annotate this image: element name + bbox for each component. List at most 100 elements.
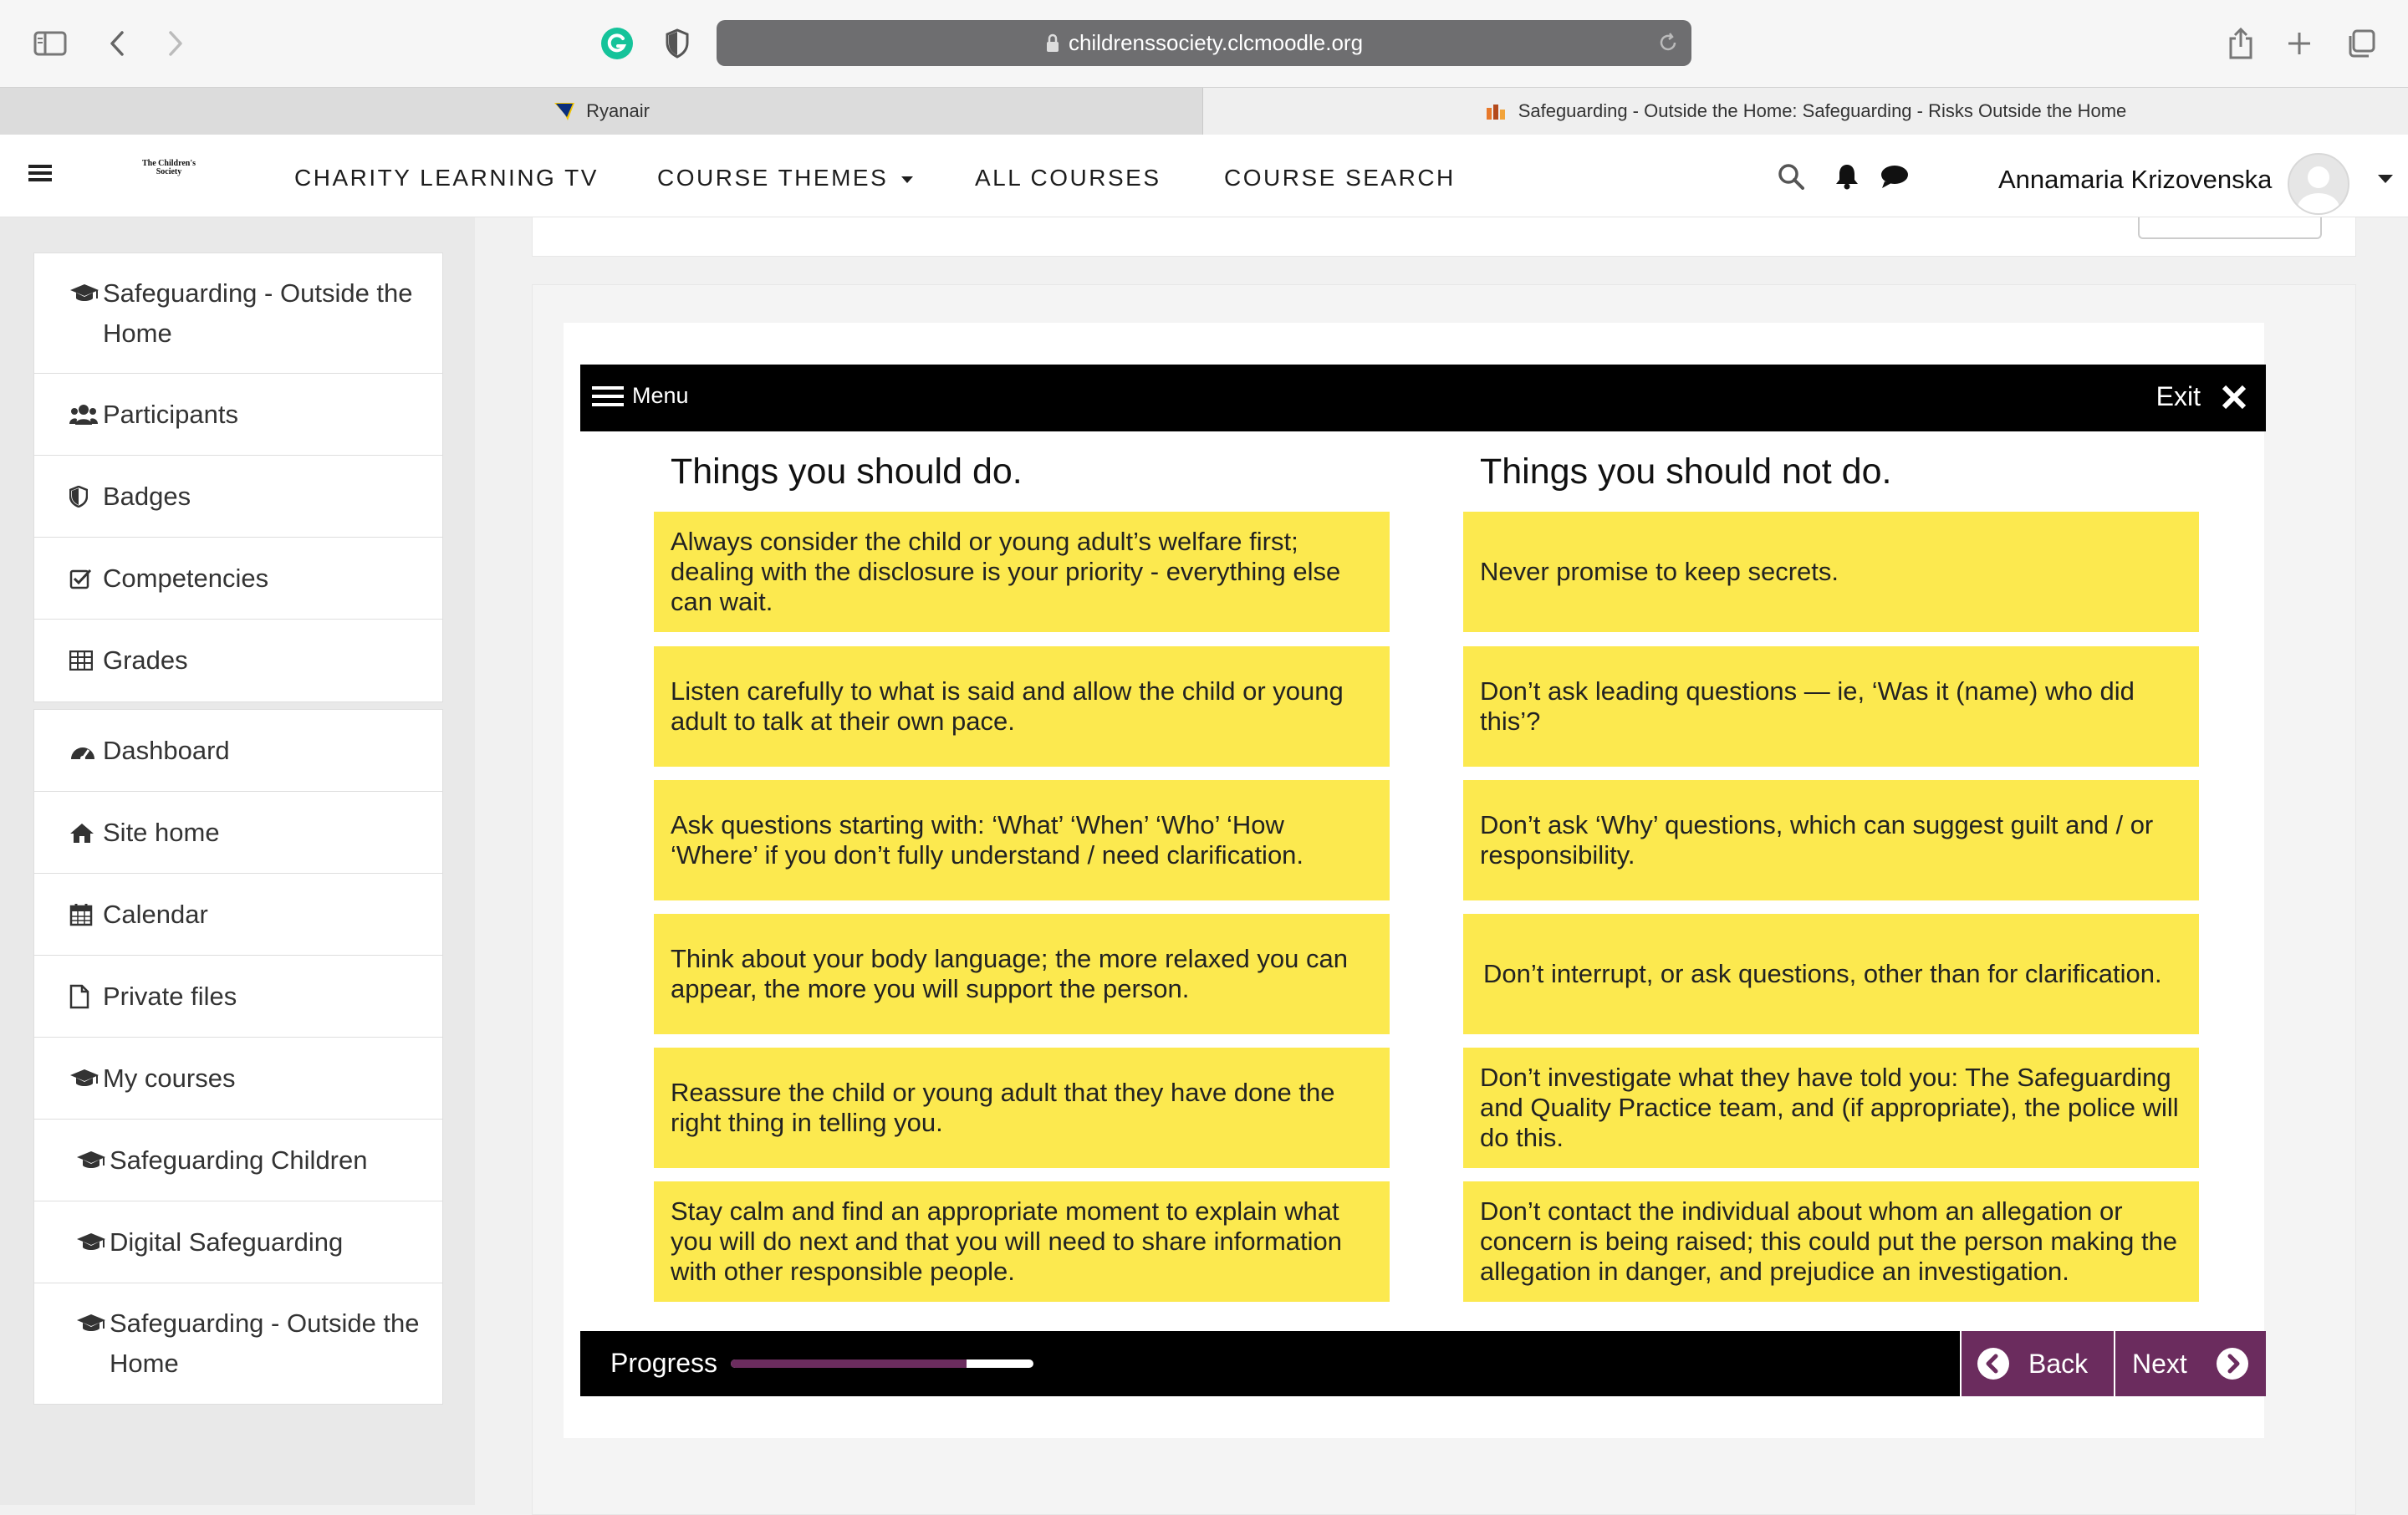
next-button[interactable]: Next <box>2115 1331 2266 1396</box>
drawer-toggle-icon[interactable] <box>28 163 52 187</box>
back-button[interactable]: Back <box>1962 1331 2114 1396</box>
calendar-icon <box>69 903 103 926</box>
check-square-icon <box>69 568 103 589</box>
reload-icon[interactable] <box>1656 31 1680 60</box>
tab-overview-icon[interactable] <box>2341 23 2381 64</box>
progress-fill <box>731 1359 967 1368</box>
sidebar-item-private-files[interactable]: Private files <box>34 956 442 1038</box>
home-icon <box>69 822 103 844</box>
browser-toolbar: childrenssociety.clcmoodle.org <box>0 0 2408 87</box>
progress-label: Progress <box>610 1348 718 1378</box>
do-card: Always consider the child or young adult… <box>654 512 1390 632</box>
sidebar-item-calendar[interactable]: Calendar <box>34 874 442 956</box>
sidebar-item-safeguarding-outside[interactable]: Safeguarding - Outside the Home <box>34 1283 442 1404</box>
chat-bubble-icon[interactable] <box>1880 163 1910 194</box>
dont-card-text: Don’t investigate what they have told yo… <box>1480 1063 2179 1152</box>
lock-icon <box>1045 33 1060 54</box>
menu-icon <box>592 385 624 406</box>
tab-ryanair[interactable]: Ryanair <box>0 88 1203 135</box>
do-card: Reassure the child or young adult that t… <box>654 1048 1390 1168</box>
nav-course-search[interactable]: COURSE SEARCH <box>1224 165 1456 191</box>
grammarly-icon[interactable] <box>597 23 637 64</box>
share-icon[interactable] <box>2221 23 2261 64</box>
dont-card-text: Don’t contact the individual about whom … <box>1480 1196 2178 1286</box>
privacy-shield-icon[interactable] <box>657 23 697 64</box>
sidebar-item-safeguarding-children[interactable]: Safeguarding Children <box>34 1120 442 1201</box>
sidebar-item-digital-safeguarding[interactable]: Digital Safeguarding <box>34 1201 442 1283</box>
chevron-right-circle-icon <box>2216 1348 2248 1380</box>
nav-course-themes-label: COURSE THEMES <box>657 165 889 191</box>
sidebar-item-site-home[interactable]: Site home <box>34 792 442 874</box>
dont-card: Never promise to keep secrets. <box>1463 512 2199 632</box>
graduation-cap-icon <box>76 1150 110 1171</box>
search-icon[interactable] <box>1778 163 1804 194</box>
nav-course-themes[interactable]: COURSE THEMES <box>657 165 914 191</box>
back-arrow-icon[interactable] <box>97 23 137 64</box>
sidebar-item-label: Dashboard <box>103 735 230 765</box>
site-navbar: The Children's Society CHARITY LEARNING … <box>0 135 2408 217</box>
dont-card: Don’t interrupt, or ask questions, other… <box>1463 914 2199 1034</box>
site-nav-block: Dashboard Site home Calendar Private fil… <box>33 709 443 1405</box>
sidebar-toggle-icon[interactable] <box>30 23 70 64</box>
site-logo[interactable]: The Children's Society <box>142 160 196 176</box>
sidebar-item-participants[interactable]: Participants <box>34 374 442 456</box>
users-icon <box>69 404 103 426</box>
menu-button[interactable]: Menu <box>592 383 689 409</box>
header-button[interactable] <box>2138 217 2322 239</box>
graduation-cap-icon <box>76 1232 110 1253</box>
shield-icon <box>69 485 103 508</box>
content-header-card <box>532 217 2356 257</box>
dont-card: Don’t ask ‘Why’ questions, which can sug… <box>1463 780 2199 900</box>
next-label: Next <box>2132 1348 2187 1379</box>
graduation-cap-icon <box>69 1068 103 1089</box>
player-bottom-bar: Progress <box>580 1331 1960 1396</box>
sidebar-item-label: Calendar <box>103 899 208 929</box>
do-card: Ask questions starting with: ‘What’ ‘Whe… <box>654 780 1390 900</box>
sidebar-item-my-courses[interactable]: My courses <box>34 1038 442 1120</box>
user-menu-chevron-icon[interactable] <box>2378 175 2393 183</box>
new-tab-icon[interactable] <box>2279 23 2319 64</box>
sidebar-item-badges[interactable]: Badges <box>34 456 442 538</box>
close-icon <box>2222 385 2247 409</box>
tab-label: Safeguarding - Outside the Home: Safegua… <box>1518 100 2127 121</box>
tab-safeguarding[interactable]: Safeguarding - Outside the Home: Safegua… <box>1203 88 2408 135</box>
player-top-bar: Menu Exit <box>580 365 2266 431</box>
forward-arrow-icon[interactable] <box>156 23 196 64</box>
graduation-cap-icon <box>76 1303 110 1334</box>
table-icon <box>69 650 103 671</box>
chevron-left-circle-icon <box>1977 1348 2009 1380</box>
back-label: Back <box>2028 1348 2089 1379</box>
do-card-text: Ask questions starting with: ‘What’ ‘Whe… <box>671 810 1304 870</box>
site-favicon-icon <box>1485 101 1508 121</box>
chevron-down-icon <box>901 176 914 183</box>
sidebar-item-dashboard[interactable]: Dashboard <box>34 710 442 792</box>
dont-heading: Things you should not do. <box>1480 451 1892 492</box>
do-card-text: Stay calm and find an appropriate moment… <box>671 1196 1343 1286</box>
sidebar-item-course[interactable]: Safeguarding - Outside the Home <box>34 253 442 374</box>
do-heading: Things you should do. <box>671 451 1023 492</box>
progress-track <box>731 1359 1033 1368</box>
dont-card: Don’t investigate what they have told yo… <box>1463 1048 2199 1168</box>
file-icon <box>69 984 103 1009</box>
nav-all-courses[interactable]: ALL COURSES <box>975 165 1161 191</box>
dont-card: Don’t ask leading questions — ie, ‘Was i… <box>1463 646 2199 767</box>
address-bar[interactable]: childrenssociety.clcmoodle.org <box>717 20 1691 66</box>
exit-label: Exit <box>2155 381 2201 411</box>
sidebar-item-label: My courses <box>103 1063 236 1093</box>
user-name[interactable]: Annamaria Krizovenska <box>1998 165 2272 195</box>
dont-card-text: Don’t ask leading questions — ie, ‘Was i… <box>1480 676 2135 736</box>
bell-icon[interactable] <box>1834 163 1860 194</box>
sidebar-item-competencies[interactable]: Competencies <box>34 538 442 620</box>
sidebar-item-label: Grades <box>103 645 188 675</box>
avatar[interactable] <box>2288 153 2349 215</box>
nav-charity-learning-tv[interactable]: CHARITY LEARNING TV <box>294 165 599 191</box>
do-card-text: Think about your body language; the more… <box>671 944 1348 1003</box>
exit-button[interactable]: Exit <box>2156 381 2247 412</box>
dont-card-text: Don’t interrupt, or ask questions, other… <box>1483 959 2162 988</box>
sidebar-item-grades[interactable]: Grades <box>34 620 442 701</box>
sidebar-item-label: Digital Safeguarding <box>110 1227 344 1257</box>
do-card-text: Listen carefully to what is said and all… <box>671 676 1344 736</box>
sidebar-item-label: Private files <box>103 981 237 1011</box>
course-nav-block: Safeguarding - Outside the Home Particip… <box>33 252 443 702</box>
tab-strip: Ryanair Safeguarding - Outside the Home:… <box>0 87 2408 135</box>
